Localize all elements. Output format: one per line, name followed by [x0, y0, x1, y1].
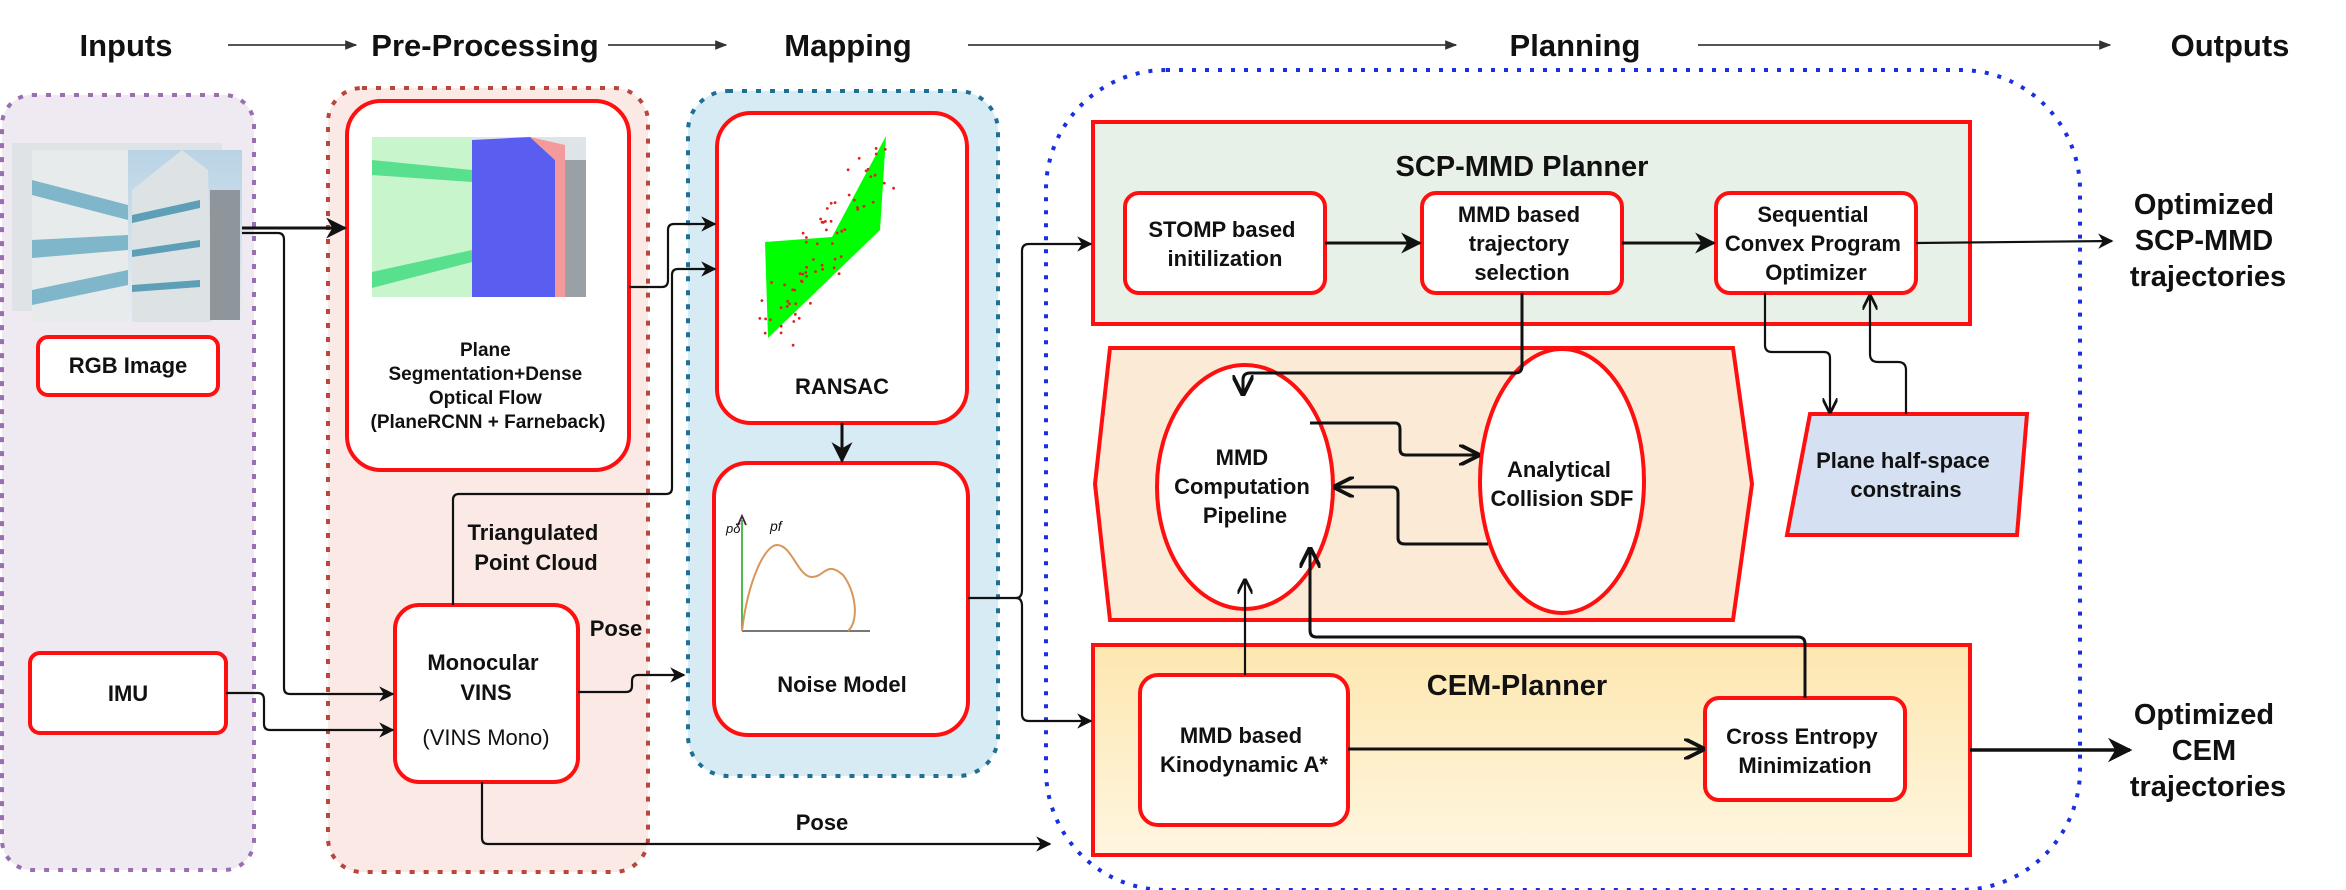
- ransac-point: [758, 317, 762, 320]
- ransac-point: [779, 306, 783, 310]
- header-inputs: Inputs: [80, 28, 173, 63]
- ransac-point: [871, 200, 875, 204]
- ransac-point: [791, 343, 795, 347]
- header-preprocessing: Pre-Processing: [371, 28, 598, 63]
- ransac-point: [840, 229, 844, 233]
- pose-label-upper: Pose: [590, 616, 643, 641]
- ransac-label: RANSAC: [795, 374, 889, 399]
- rgb-image-label: RGB Image: [69, 353, 188, 378]
- noise-model-label: Noise Model: [777, 672, 907, 697]
- ransac-point: [769, 318, 772, 322]
- ransac-point: [882, 181, 886, 185]
- ransac-point: [791, 288, 794, 292]
- ransac-point: [814, 270, 817, 273]
- ransac-point: [801, 272, 805, 276]
- ransac-point: [829, 201, 833, 205]
- header-outputs: Outputs: [2171, 28, 2290, 63]
- cem-planner-title: CEM-Planner: [1427, 670, 1607, 702]
- pose-label-lower: Pose: [796, 810, 849, 835]
- header-mapping: Mapping: [784, 28, 911, 63]
- ransac-point: [869, 175, 873, 179]
- ransac-point: [794, 302, 798, 306]
- ransac-point: [857, 156, 861, 160]
- ransac-point: [793, 313, 797, 316]
- ransac-point: [764, 317, 767, 321]
- ransac-point: [800, 279, 803, 283]
- ransac-point: [805, 236, 808, 239]
- ransac-point: [846, 168, 850, 172]
- noise-y-label: pδ: [725, 521, 741, 536]
- ransac-point: [779, 324, 783, 328]
- ransac-point: [835, 231, 839, 235]
- ransac-point: [792, 320, 796, 323]
- ransac-point: [820, 220, 824, 224]
- ransac-point: [788, 302, 791, 306]
- ransac-point: [809, 301, 812, 305]
- scp-mmd-planner-title: SCP-MMD Planner: [1396, 151, 1649, 183]
- ransac-point: [873, 173, 877, 177]
- ransac-point: [853, 198, 856, 202]
- vins-mono-sublabel: (VINS Mono): [422, 725, 549, 750]
- ransac-point: [825, 207, 829, 210]
- ransac-point: [820, 263, 824, 267]
- output-scp-mmd-trajectories: Optimized SCP-MMD trajectories: [2130, 189, 2286, 293]
- ransac-point: [821, 267, 824, 271]
- ransac-point: [819, 217, 822, 221]
- ransac-point: [866, 167, 870, 171]
- ransac-point: [829, 219, 833, 223]
- ransac-point: [804, 271, 808, 274]
- ransac-point: [805, 265, 808, 269]
- edge-noise-to-cem: [1015, 596, 1093, 729]
- pipeline-diagram: Inputs Pre-Processing Mapping Planning O…: [0, 28, 2290, 890]
- cross-entropy-node: [1703, 696, 1907, 802]
- stage-headers: Inputs Pre-Processing Mapping Planning O…: [80, 28, 2290, 63]
- noise-curve-label: pf: [769, 518, 784, 534]
- ransac-point: [797, 316, 801, 320]
- ransac-point: [843, 228, 847, 232]
- ransac-point: [862, 204, 866, 208]
- ransac-point: [831, 242, 834, 245]
- ransac-point: [779, 331, 783, 335]
- header-planning: Planning: [1510, 28, 1641, 63]
- output-cem-trajectories: Optimized CEM trajectories: [2130, 699, 2286, 803]
- ransac-point: [770, 281, 773, 284]
- mmd-trajectory-selection-label: MMD based trajectory selection: [1458, 202, 1586, 285]
- rgb-image-thumbnail: [12, 143, 242, 322]
- ransac-point: [801, 231, 805, 235]
- ransac-point: [833, 201, 837, 205]
- ransac-point: [798, 272, 802, 276]
- ransac-point: [874, 147, 878, 150]
- ransac-point: [847, 193, 851, 197]
- plane-segmentation-image: [372, 137, 586, 297]
- ransac-point: [837, 272, 841, 276]
- ransac-point: [832, 266, 836, 270]
- plane-half-space-constraints-node: [1784, 412, 2030, 537]
- imu-label: IMU: [108, 681, 148, 706]
- ransac-point: [825, 228, 828, 232]
- ransac-point: [760, 299, 764, 302]
- ransac-point: [804, 240, 808, 244]
- kinodynamic-astar-node: [1138, 673, 1350, 827]
- ransac-point: [812, 258, 815, 261]
- ransac-point: [833, 257, 837, 261]
- ransac-point: [883, 147, 887, 151]
- ransac-point: [805, 274, 808, 278]
- ransac-point: [815, 242, 819, 246]
- ransac-point: [786, 299, 789, 303]
- ransac-point: [839, 255, 843, 258]
- ransac-point: [892, 186, 895, 190]
- ransac-point: [856, 206, 859, 209]
- ransac-point: [874, 152, 878, 156]
- stomp-node: [1123, 191, 1327, 295]
- ransac-point: [783, 283, 786, 287]
- ransac-point: [763, 331, 767, 335]
- ransac-point: [785, 305, 789, 308]
